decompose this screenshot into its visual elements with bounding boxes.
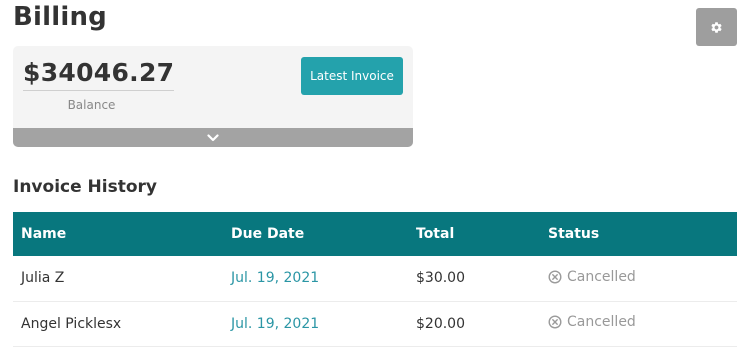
- invoice-total: $30.00: [416, 270, 465, 287]
- table-row[interactable]: Julia Z Jul. 19, 2021 $30.00 Cancelled: [13, 256, 737, 301]
- invoice-total: $20.00: [416, 315, 465, 332]
- balance-card: $34046.27 Balance Latest Invoice: [13, 46, 413, 147]
- table-row[interactable]: Angel Picklesx Jul. 19, 2021 $20.00 Canc…: [13, 301, 737, 346]
- column-header-due-date[interactable]: Due Date: [223, 212, 408, 256]
- column-header-total[interactable]: Total: [408, 212, 540, 256]
- balance-label: Balance: [67, 98, 116, 112]
- latest-invoice-button[interactable]: Latest Invoice: [301, 57, 403, 95]
- invoice-due-date-cell: Jul. 19, 2021: [223, 301, 408, 346]
- invoice-due-date-link[interactable]: Jul. 19, 2021: [231, 316, 319, 332]
- expand-balance-toggle[interactable]: [13, 128, 413, 147]
- invoice-due-date-link[interactable]: Jul. 19, 2021: [231, 270, 319, 286]
- settings-button[interactable]: [696, 8, 737, 46]
- column-header-name[interactable]: Name: [13, 212, 223, 256]
- invoice-status-cell: Cancelled: [540, 256, 737, 301]
- table-header-row: Name Due Date Total Status: [13, 212, 737, 256]
- invoice-due-date-cell: Jul. 19, 2021: [223, 256, 408, 301]
- cancel-circle-icon: [548, 315, 562, 329]
- cancel-circle-icon: [548, 270, 562, 284]
- invoice-table: Name Due Date Total Status Julia Z Jul. …: [13, 212, 737, 347]
- chevron-down-icon: [207, 133, 219, 141]
- invoice-history-title: Invoice History: [13, 177, 157, 197]
- invoice-status-cell: Cancelled: [540, 301, 737, 346]
- balance-amount: $34046.27: [23, 58, 175, 91]
- invoice-name: Julia Z: [21, 270, 65, 287]
- column-header-status[interactable]: Status: [540, 212, 737, 256]
- invoice-status: Cancelled: [567, 268, 636, 285]
- invoice-name: Angel Picklesx: [21, 315, 122, 332]
- invoice-status: Cancelled: [567, 314, 636, 330]
- page-title: Billing: [13, 2, 107, 32]
- gear-icon: [711, 21, 722, 33]
